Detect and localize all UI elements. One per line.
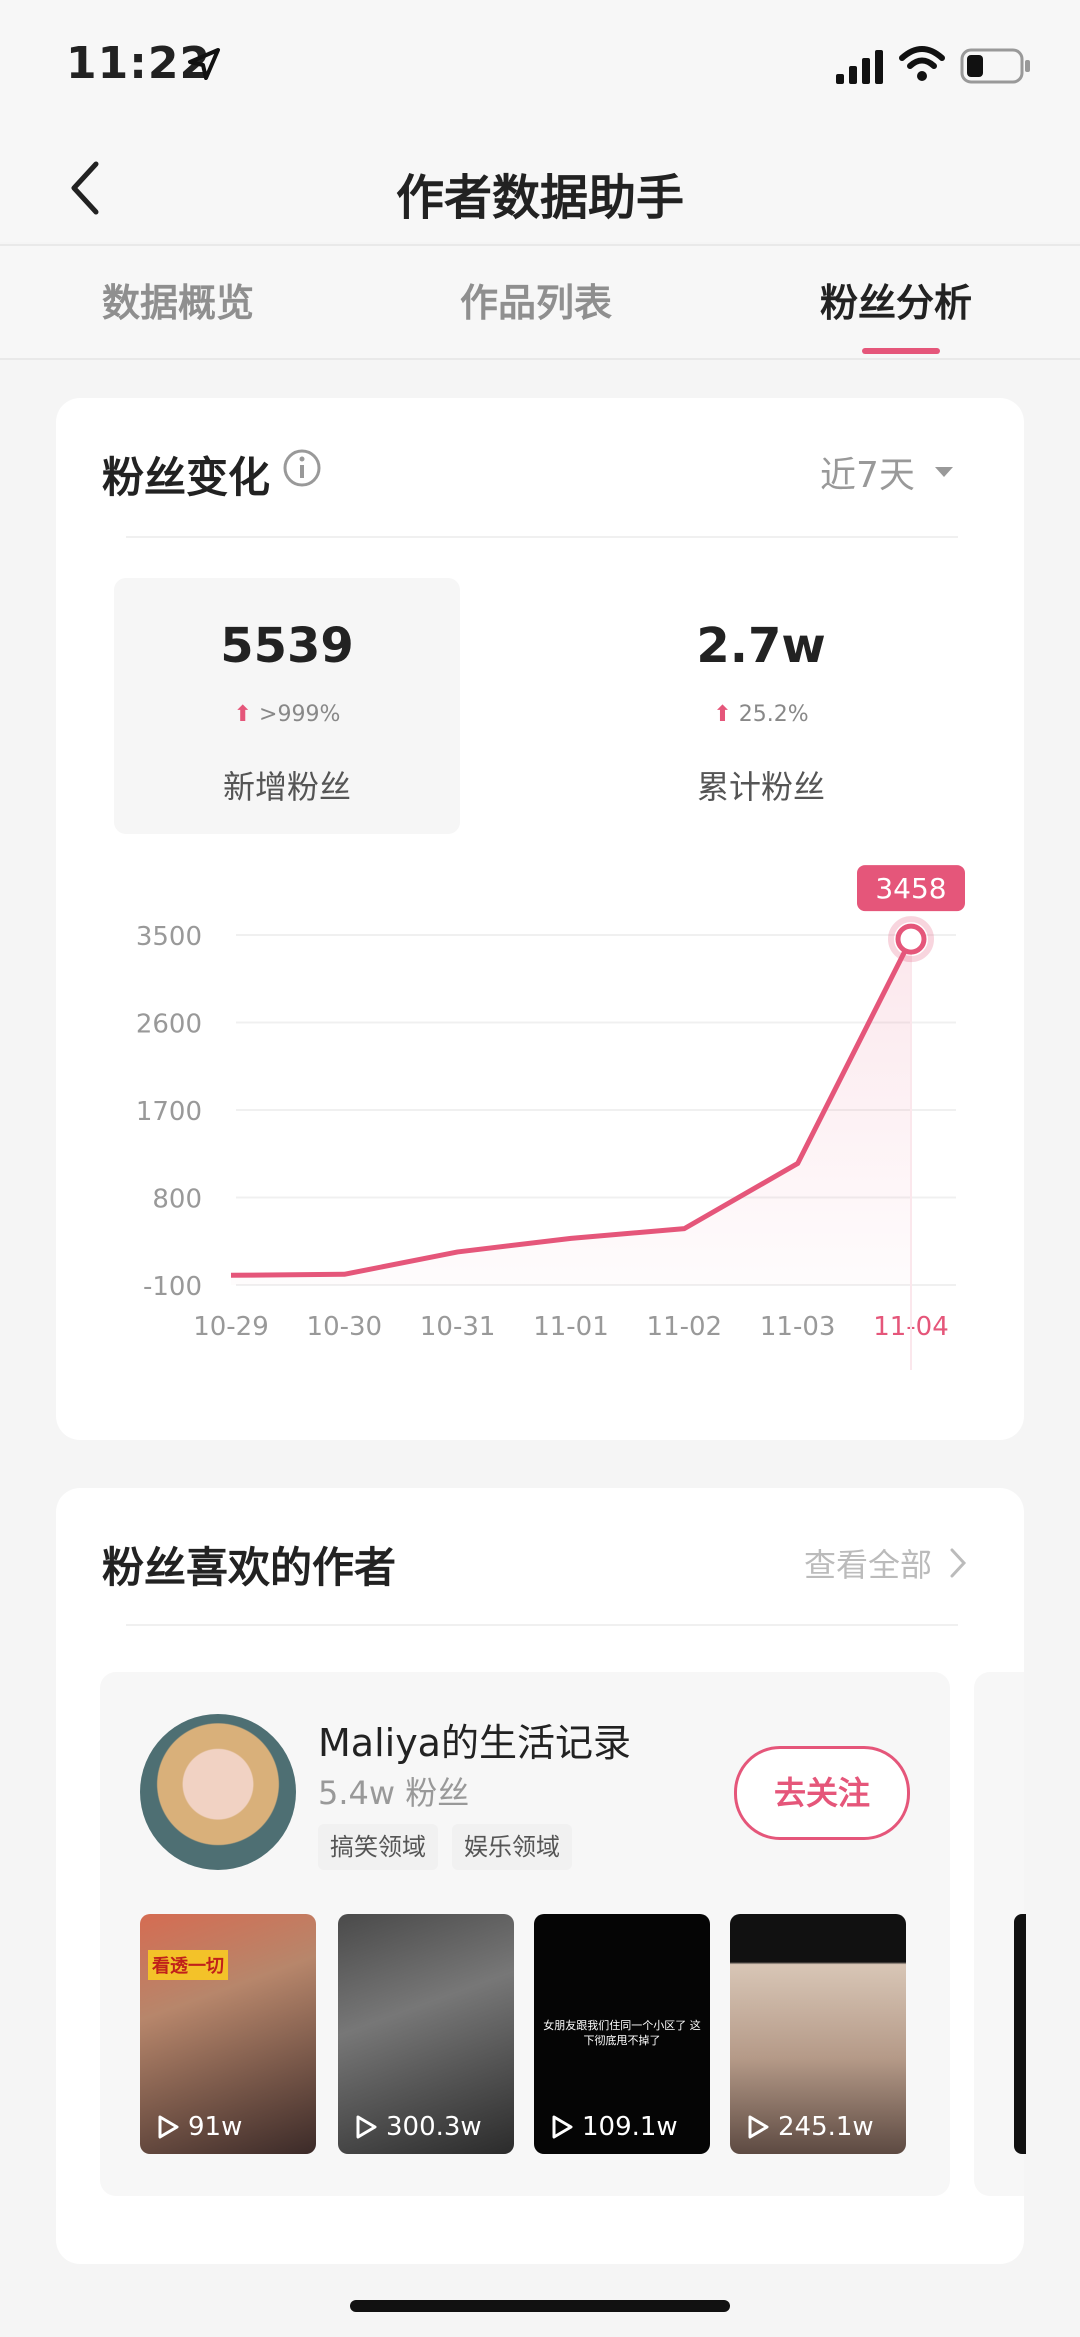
- highlight-point: [895, 923, 927, 955]
- video-views: 91w: [156, 2112, 242, 2142]
- video-thumbnail-peek[interactable]: [1014, 1914, 1026, 2154]
- total-fans-delta: ⬆ 25.2%: [713, 702, 809, 727]
- range-selector[interactable]: 近7天: [820, 446, 955, 498]
- x-tick-label: 11-01: [533, 1312, 609, 1342]
- caret-down-icon: [934, 467, 953, 477]
- highlight-badge-label: 3458: [875, 872, 946, 905]
- view-all-link[interactable]: 查看全部: [804, 1540, 968, 1586]
- up-arrow-icon: ⬆: [233, 702, 253, 727]
- new-fans-delta: ⬆ >999%: [233, 702, 341, 727]
- tab-bar: 数据概览 作品列表 粉丝分析: [0, 244, 1080, 360]
- play-icon: [158, 2115, 179, 2139]
- wifi-icon: [899, 46, 945, 81]
- battery-icon: [960, 48, 1030, 84]
- total-fans-label: 累计粉丝: [696, 768, 825, 806]
- page-title: 作者数据助手: [395, 170, 684, 226]
- new-fans-label: 新增粉丝: [222, 768, 351, 806]
- tab-works-list[interactable]: 作品列表: [460, 272, 612, 327]
- x-tick-label: 11-03: [760, 1312, 836, 1342]
- video-caption: 看透一切: [148, 1950, 228, 1980]
- status-bar: 11:22: [0, 0, 1080, 130]
- play-icon: [552, 2115, 573, 2139]
- y-tick-label: -100: [143, 1272, 202, 1302]
- total-fans-value: 2.7w: [696, 618, 826, 674]
- author-tag: 娱乐领域: [452, 1824, 572, 1870]
- y-tick-label: 2600: [136, 1010, 202, 1040]
- avatar[interactable]: [140, 1714, 296, 1870]
- x-tick-label: 10-30: [307, 1312, 383, 1342]
- up-arrow-icon: ⬆: [713, 702, 732, 727]
- x-tick-label: 10-29: [193, 1312, 269, 1342]
- y-tick-label: 3500: [136, 922, 202, 952]
- fans-line-chart: 3500 2600 1700 800 -100 10-29 10-30 10-31 11-01…: [136, 865, 965, 1370]
- nav-bar: 作者数据助手: [0, 130, 1080, 242]
- video-thumbnail[interactable]: 女朋友跟我们住同一个小区了 这下彻底甩不掉了 109.1w: [534, 1914, 710, 2154]
- y-tick-label: 1700: [136, 1097, 202, 1127]
- series-area: [231, 939, 911, 1285]
- home-indicator: [350, 2300, 730, 2312]
- view-all-label: 查看全部: [804, 1546, 933, 1584]
- card-divider: [126, 536, 958, 538]
- video-views: 109.1w: [550, 2112, 678, 2142]
- video-thumbnail[interactable]: 245.1w: [730, 1914, 906, 2154]
- video-views: 245.1w: [746, 2112, 874, 2142]
- info-icon[interactable]: [282, 448, 322, 488]
- follow-button[interactable]: 去关注: [734, 1746, 910, 1840]
- play-icon: [748, 2115, 769, 2139]
- card-divider: [126, 1624, 958, 1626]
- video-caption: 女朋友跟我们住同一个小区了 这下彻底甩不掉了: [543, 2019, 701, 2047]
- author-name[interactable]: Maliya的生活记录: [318, 1712, 631, 1767]
- signal-icon: [836, 50, 883, 84]
- fans-change-title: 粉丝变化: [102, 453, 271, 502]
- location-arrow-icon: [188, 48, 220, 80]
- tab-data-overview[interactable]: 数据概览: [102, 272, 254, 327]
- video-thumbnail[interactable]: 看透一切 91w: [140, 1914, 316, 2154]
- x-tick-label: 11-02: [647, 1312, 723, 1342]
- liked-authors-title: 粉丝喜欢的作者: [102, 1543, 397, 1592]
- tab-fans-analysis[interactable]: 粉丝分析: [820, 272, 972, 327]
- video-views: 300.3w: [354, 2112, 482, 2142]
- active-tab-indicator: [862, 348, 940, 354]
- range-label: 近7天: [820, 455, 915, 496]
- author-followers: 5.4w 粉丝: [318, 1774, 470, 1812]
- y-tick-label: 800: [152, 1185, 202, 1215]
- video-thumbnail[interactable]: 300.3w: [338, 1914, 514, 2154]
- play-icon: [356, 2115, 377, 2139]
- chevron-right-icon: [950, 1548, 967, 1578]
- x-tick-label: 10-31: [420, 1312, 496, 1342]
- author-tag: 搞笑领域: [318, 1824, 438, 1870]
- new-fans-value: 5539: [220, 618, 354, 674]
